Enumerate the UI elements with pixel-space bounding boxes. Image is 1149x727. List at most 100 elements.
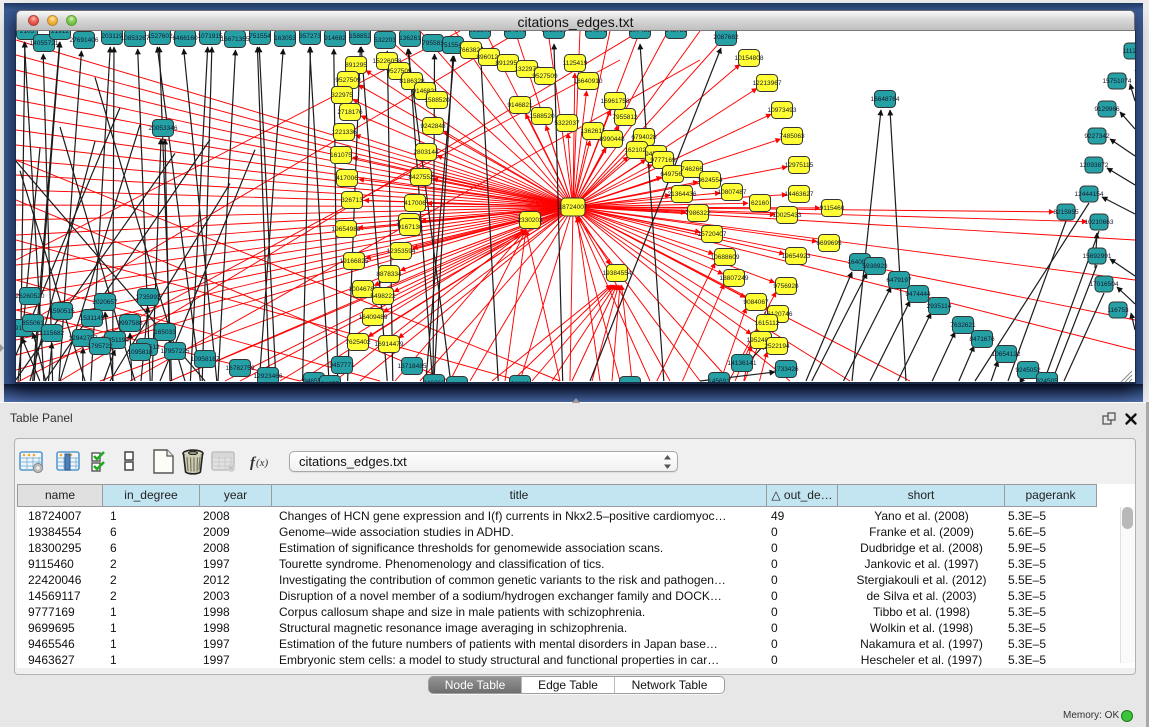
svg-text:19384554: 19384554: [603, 270, 632, 277]
svg-text:2105: 2105: [20, 31, 35, 35]
svg-text:111254: 111254: [1123, 48, 1135, 55]
svg-text:9146821: 9146821: [507, 102, 533, 109]
svg-text:855061: 855061: [22, 320, 44, 327]
svg-text:924505: 924505: [1036, 378, 1058, 382]
svg-text:9245052: 9245052: [1015, 367, 1041, 374]
svg-text:19166825: 19166825: [340, 258, 369, 265]
svg-text:107435: 107435: [629, 31, 651, 34]
svg-text:1733426: 1733426: [773, 366, 799, 373]
svg-text:7632621: 7632621: [950, 322, 976, 329]
svg-text:116753: 116753: [1107, 307, 1129, 314]
svg-text:2935114: 2935114: [927, 303, 952, 310]
svg-text:7485063: 7485063: [779, 133, 805, 140]
svg-text:15692991: 15692991: [1083, 253, 1112, 260]
svg-text:5498222: 5498222: [370, 293, 396, 300]
svg-text:243731: 243731: [665, 31, 687, 34]
svg-text:1735993: 1735993: [135, 294, 161, 301]
svg-text:9997588: 9997588: [117, 320, 143, 327]
svg-text:15720407: 15720407: [698, 231, 727, 238]
svg-text:12923466: 12923466: [254, 373, 283, 380]
svg-text:946362: 946362: [423, 380, 445, 382]
svg-text:2087682: 2087682: [713, 34, 739, 41]
svg-text:10973493: 10973493: [768, 107, 797, 114]
svg-text:9527509: 9527509: [532, 73, 558, 80]
svg-text:8878334: 8878334: [376, 271, 402, 278]
svg-text:10154808: 10154808: [735, 55, 764, 62]
svg-text:751554: 751554: [249, 33, 271, 40]
svg-text:9084067: 9084067: [743, 299, 769, 306]
svg-text:7986322: 7986322: [685, 210, 711, 217]
svg-text:19654923: 19654923: [782, 253, 811, 260]
svg-text:27691406: 27691406: [70, 37, 99, 44]
svg-text:16640910: 16640910: [574, 78, 603, 85]
svg-text:6479197: 6479197: [886, 277, 912, 284]
svg-text:16782759: 16782759: [226, 365, 255, 372]
svg-text:10210663: 10210663: [1085, 219, 1114, 226]
svg-text:357273: 357273: [299, 33, 321, 40]
svg-text:124575: 124575: [504, 31, 526, 34]
svg-text:6466160: 6466160: [172, 35, 198, 42]
svg-text:165033: 165033: [154, 329, 176, 336]
svg-text:163053: 163053: [274, 35, 296, 42]
svg-text:831305: 831305: [469, 31, 491, 34]
svg-text:18807249: 18807249: [720, 275, 749, 282]
svg-text:1095818: 1095818: [127, 349, 153, 356]
svg-text:(x): (x): [256, 457, 269, 469]
svg-text:26260520: 26260520: [16, 293, 45, 300]
svg-text:2020657: 2020657: [92, 299, 118, 306]
svg-text:158852: 158852: [349, 33, 371, 40]
svg-text:12975115: 12975115: [785, 162, 814, 169]
svg-text:5322037: 5322037: [554, 120, 580, 127]
svg-text:1115682: 1115682: [40, 330, 65, 337]
svg-text:20053346: 20053346: [149, 125, 178, 132]
svg-text:1531145: 1531145: [80, 315, 105, 322]
svg-text:322975: 322975: [331, 92, 353, 99]
svg-text:417006: 417006: [336, 175, 358, 182]
svg-text:164071: 164071: [585, 31, 607, 34]
svg-text:145691: 145691: [708, 378, 730, 382]
svg-text:13718485: 13718485: [398, 363, 427, 370]
svg-text:9242848: 9242848: [420, 123, 446, 130]
svg-text:8313054: 8313054: [541, 31, 567, 34]
svg-text:10025433: 10025433: [773, 212, 802, 219]
svg-text:161075: 161075: [330, 152, 352, 159]
svg-text:1071915: 1071915: [197, 33, 223, 40]
svg-text:1125419: 1125419: [563, 60, 588, 67]
svg-text:16648764: 16648764: [871, 96, 900, 103]
svg-text:12093872: 12093872: [1080, 162, 1109, 169]
svg-text:1221336: 1221336: [331, 129, 357, 136]
svg-text:7955812: 7955812: [612, 114, 638, 121]
svg-text:891295: 891295: [345, 62, 367, 69]
svg-text:16671355: 16671355: [221, 36, 250, 43]
svg-text:14136141: 14136141: [728, 360, 757, 367]
svg-text:1588520: 1588520: [529, 113, 555, 120]
svg-text:16914479: 16914479: [375, 341, 404, 348]
svg-text:96996: 96996: [511, 381, 529, 382]
svg-text:1615112: 1615112: [755, 320, 780, 327]
svg-text:12213967: 12213967: [753, 80, 782, 87]
svg-text:326713: 326713: [341, 197, 363, 204]
svg-text:17957225: 17957225: [161, 348, 190, 355]
svg-text:21912: 21912: [51, 31, 69, 35]
svg-text:1527602: 1527602: [147, 33, 173, 40]
svg-text:2522194: 2522194: [764, 343, 790, 350]
svg-text:9129966: 9129966: [1094, 106, 1120, 113]
svg-text:9527509: 9527509: [335, 77, 361, 84]
svg-text:2330203: 2330203: [517, 217, 543, 224]
svg-text:14463627: 14463627: [785, 191, 814, 198]
svg-text:532203: 532203: [374, 37, 396, 44]
svg-text:9115460: 9115460: [820, 205, 845, 212]
svg-text:136261: 136261: [399, 35, 421, 42]
svg-text:10654122: 10654122: [992, 351, 1021, 358]
svg-text:9756928: 9756928: [773, 283, 799, 290]
svg-text:2803144: 2803144: [413, 149, 439, 156]
svg-text:16961758: 16961758: [601, 98, 630, 105]
svg-text:12444154: 12444154: [1075, 191, 1104, 198]
svg-text:12353594: 12353594: [387, 248, 416, 255]
svg-text:7625402: 7625402: [345, 339, 371, 346]
svg-text:15751074: 15751074: [1103, 78, 1132, 85]
svg-text:9167130: 9167130: [397, 224, 423, 231]
svg-text:9227342: 9227342: [1084, 133, 1110, 140]
svg-text:21364436: 21364436: [668, 191, 697, 198]
svg-text:9457771: 9457771: [329, 362, 355, 369]
